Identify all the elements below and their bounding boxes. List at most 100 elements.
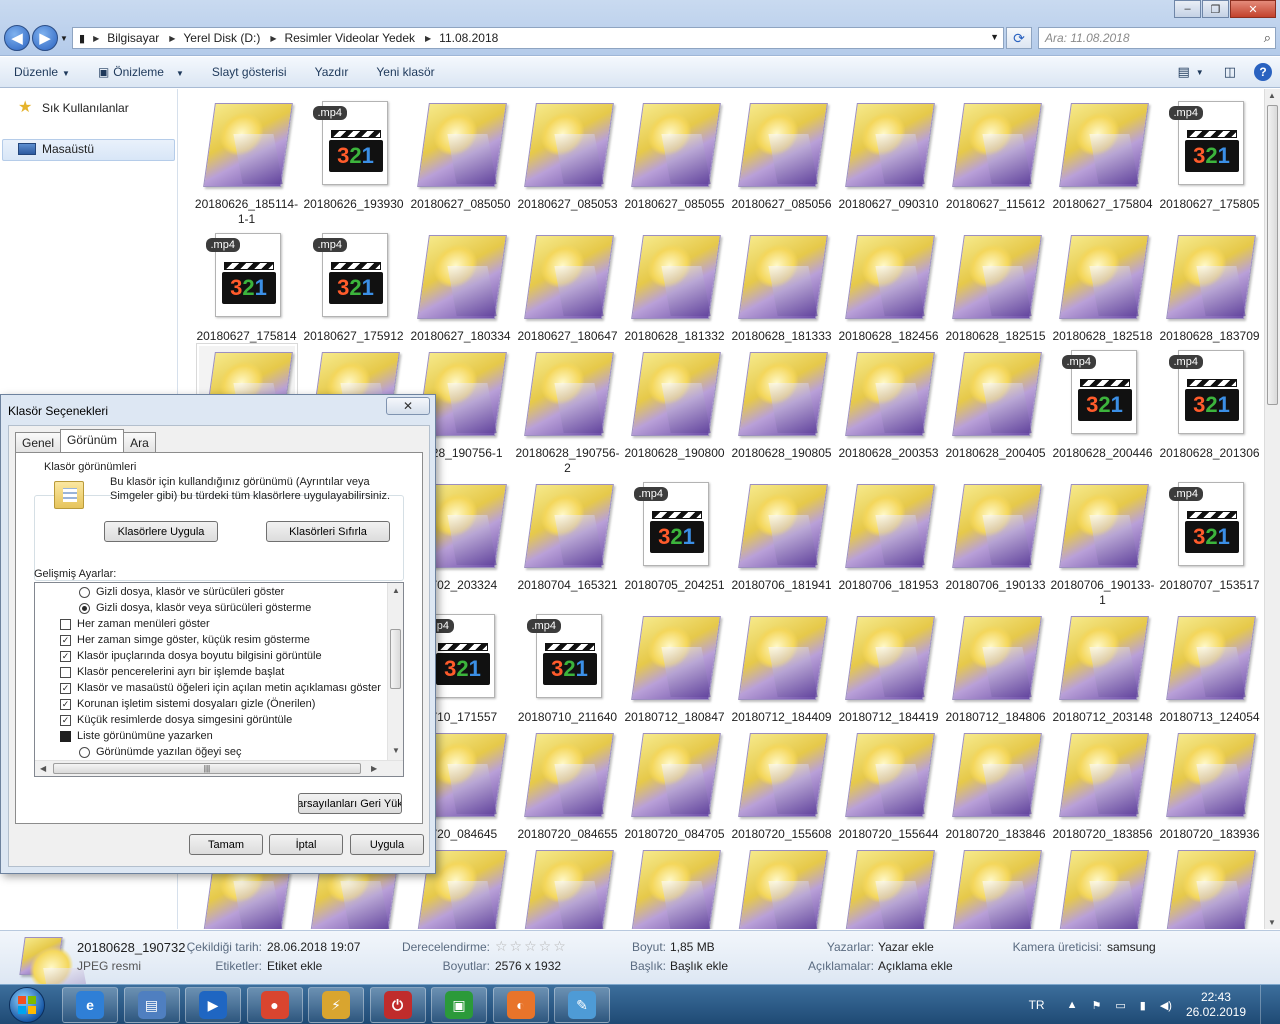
advanced-checkbox-option[interactable]: ✓ Korunan işletim sistemi dosyaları gizle… [60, 696, 315, 712]
checkbox[interactable] [60, 618, 71, 630]
file-item[interactable]: .mp4 3 2 1 20180710_211640 [514, 610, 621, 725]
view-options-icon[interactable]: ▤ [1177, 64, 1189, 80]
tab-general[interactable]: Genel [15, 432, 62, 452]
file-item[interactable]: 20180712_203148 [1049, 610, 1156, 725]
file-item[interactable]: .mp4 3 2 1 20180628_200446 [1049, 346, 1156, 461]
search-input[interactable]: Ara: 11.08.2018 ⌕ [1038, 27, 1276, 49]
checkbox[interactable]: ✓ [60, 714, 71, 726]
preview-pane-icon[interactable]: ◫ [1224, 64, 1236, 80]
close-button[interactable]: ✕ [1230, 0, 1276, 18]
file-item[interactable]: 20180627_115612 [942, 97, 1049, 212]
file-item[interactable] [1049, 844, 1156, 929]
file-item[interactable]: 20180720_183936 [1156, 727, 1263, 842]
taskbar-chrome[interactable]: ● [246, 987, 303, 1023]
breadcrumb-current-folder[interactable]: 11.08.2018 [439, 31, 498, 45]
taskbar-recorder[interactable]: ⏻ [369, 987, 426, 1023]
chevron-right-icon[interactable]: ▶ [425, 34, 431, 43]
file-item[interactable]: 20180627_085055 [621, 97, 728, 212]
clock[interactable]: 22:43 26.02.2019 [1186, 990, 1246, 1020]
help-icon[interactable]: ? [1254, 63, 1272, 81]
file-item[interactable]: 20180627_180334 [407, 229, 514, 344]
file-item[interactable]: 20180720_183856 [1049, 727, 1156, 842]
cancel-button[interactable]: İptal [269, 834, 343, 855]
file-item[interactable]: 20180628_190800 [621, 346, 728, 461]
comments-value[interactable]: Açıklama ekle [878, 959, 953, 973]
organize-button[interactable]: Düzenle ▼ [0, 65, 84, 79]
file-item[interactable]: 20180712_184806 [942, 610, 1049, 725]
advanced-setting-group[interactable]: Liste görünümüne yazarken [60, 728, 213, 744]
radio-button[interactable] [79, 602, 90, 614]
checkbox[interactable]: ✓ [60, 682, 71, 694]
file-item[interactable]: .mp4 3 2 1 20180627_175912 [300, 229, 407, 344]
file-item[interactable]: 20180628_182518 [1049, 229, 1156, 344]
taskbar-winamp[interactable]: ⚡ [308, 987, 364, 1023]
file-item[interactable]: 20180627_085053 [514, 97, 621, 212]
advanced-checkbox-option[interactable]: ✓ Klasör ipuçlarında dosya boyutu bilgisi… [60, 648, 322, 664]
advanced-checkbox-option[interactable]: ✓ Küçük resimlerde dosya simgesini görünt… [60, 712, 292, 728]
tags-value[interactable]: Etiket ekle [267, 959, 322, 973]
file-item[interactable]: 20180720_084705 [621, 727, 728, 842]
file-item[interactable]: 20180628_200405 [942, 346, 1049, 461]
tab-view[interactable]: Görünüm [60, 429, 125, 452]
chevron-down-icon[interactable]: ▼ [1196, 68, 1204, 77]
title-value[interactable]: Başlık ekle [670, 959, 728, 973]
file-item[interactable]: 20180704_165321 [514, 478, 621, 593]
preview-button[interactable]: ▣ Önizleme ▼ [84, 65, 198, 79]
file-item[interactable]: 20180627_180647 [514, 229, 621, 344]
chevron-right-icon[interactable]: ▶ [270, 34, 276, 43]
show-hidden-icons-icon[interactable]: ▲ [1067, 999, 1078, 1011]
file-item[interactable]: 20180627_085056 [728, 97, 835, 212]
network-icon[interactable]: ▮ [1140, 999, 1146, 1012]
advanced-radio-option[interactable]: Gizli dosya, klasör ve sürücüleri göster [79, 584, 284, 600]
file-item[interactable]: 20180706_181953 [835, 478, 942, 593]
apply-to-folders-button[interactable]: Klasörlere Uygula [104, 521, 218, 542]
vertical-scrollbar[interactable]: ▲ ▼ [1264, 89, 1280, 929]
advanced-checkbox-option[interactable]: Her zaman menüleri göster [60, 616, 210, 632]
file-item[interactable]: 20180706_190133-1 [1049, 478, 1156, 608]
checkbox[interactable]: ✓ [60, 650, 71, 662]
flag-icon[interactable]: ⚑ [1091, 999, 1101, 1012]
list-scrollbar-thumb[interactable] [390, 629, 401, 689]
file-item[interactable]: .mp4 3 2 1 20180627_175814 [193, 229, 300, 344]
scroll-up-icon[interactable]: ▲ [392, 586, 400, 595]
radio-button[interactable] [79, 586, 90, 598]
rating-stars[interactable]: ☆☆☆☆☆ [495, 938, 568, 955]
chevron-down-icon[interactable]: ▼ [990, 32, 999, 42]
breadcrumb-local-disk[interactable]: Yerel Disk (D:) [183, 31, 260, 45]
print-button[interactable]: Yazdır [301, 65, 363, 79]
file-item[interactable]: 20180706_190133 [942, 478, 1049, 593]
file-item[interactable] [728, 844, 835, 929]
scroll-left-icon[interactable]: ◀ [40, 764, 46, 773]
file-item[interactable]: 20180712_184419 [835, 610, 942, 725]
list-vertical-scrollbar[interactable]: ▲ ▼ [387, 583, 403, 761]
file-item[interactable]: 20180627_085050 [407, 97, 514, 212]
file-item[interactable]: .mp4 3 2 1 20180627_175805 [1156, 97, 1263, 212]
file-item[interactable]: 20180720_183846 [942, 727, 1049, 842]
minimize-button[interactable]: – [1174, 0, 1201, 18]
file-item[interactable]: 20180628_181333 [728, 229, 835, 344]
file-item[interactable]: 20180628_182456 [835, 229, 942, 344]
file-item[interactable]: 20180712_180847 [621, 610, 728, 725]
file-item[interactable] [514, 844, 621, 929]
advanced-radio-option[interactable]: Görünümde yazılan öğeyi seç [79, 744, 242, 760]
file-item[interactable] [621, 844, 728, 929]
scroll-right-icon[interactable]: ▶ [371, 764, 377, 773]
file-item[interactable]: 20180713_124054 [1156, 610, 1263, 725]
advanced-radio-option[interactable]: Gizli dosya, klasör veya sürücüleri göst… [79, 600, 311, 616]
chevron-right-icon[interactable]: ▶ [93, 34, 99, 43]
breadcrumb-computer[interactable]: Bilgisayar [107, 31, 159, 45]
dialog-close-button[interactable]: ✕ [386, 397, 430, 415]
volume-icon[interactable]: ◀) [1160, 999, 1172, 1012]
file-item[interactable]: 20180628_190756-2 [514, 346, 621, 476]
taskbar-windows-explorer[interactable]: ▤ [123, 987, 180, 1023]
scrollbar-thumb[interactable] [1267, 105, 1278, 405]
file-item[interactable]: 20180706_181941 [728, 478, 835, 593]
nav-favorites[interactable]: ★ Sık Kullanılanlar [18, 100, 129, 116]
scroll-up-icon[interactable]: ▲ [1268, 91, 1276, 100]
file-item[interactable]: 20180628_181332 [621, 229, 728, 344]
file-item[interactable]: .mp4 3 2 1 20180707_153517 [1156, 478, 1263, 593]
file-item[interactable]: 20180628_190805 [728, 346, 835, 461]
file-item[interactable]: .mp4 3 2 1 20180628_201306 [1156, 346, 1263, 461]
chevron-right-icon[interactable]: ▶ [169, 34, 175, 43]
file-item[interactable] [835, 844, 942, 929]
